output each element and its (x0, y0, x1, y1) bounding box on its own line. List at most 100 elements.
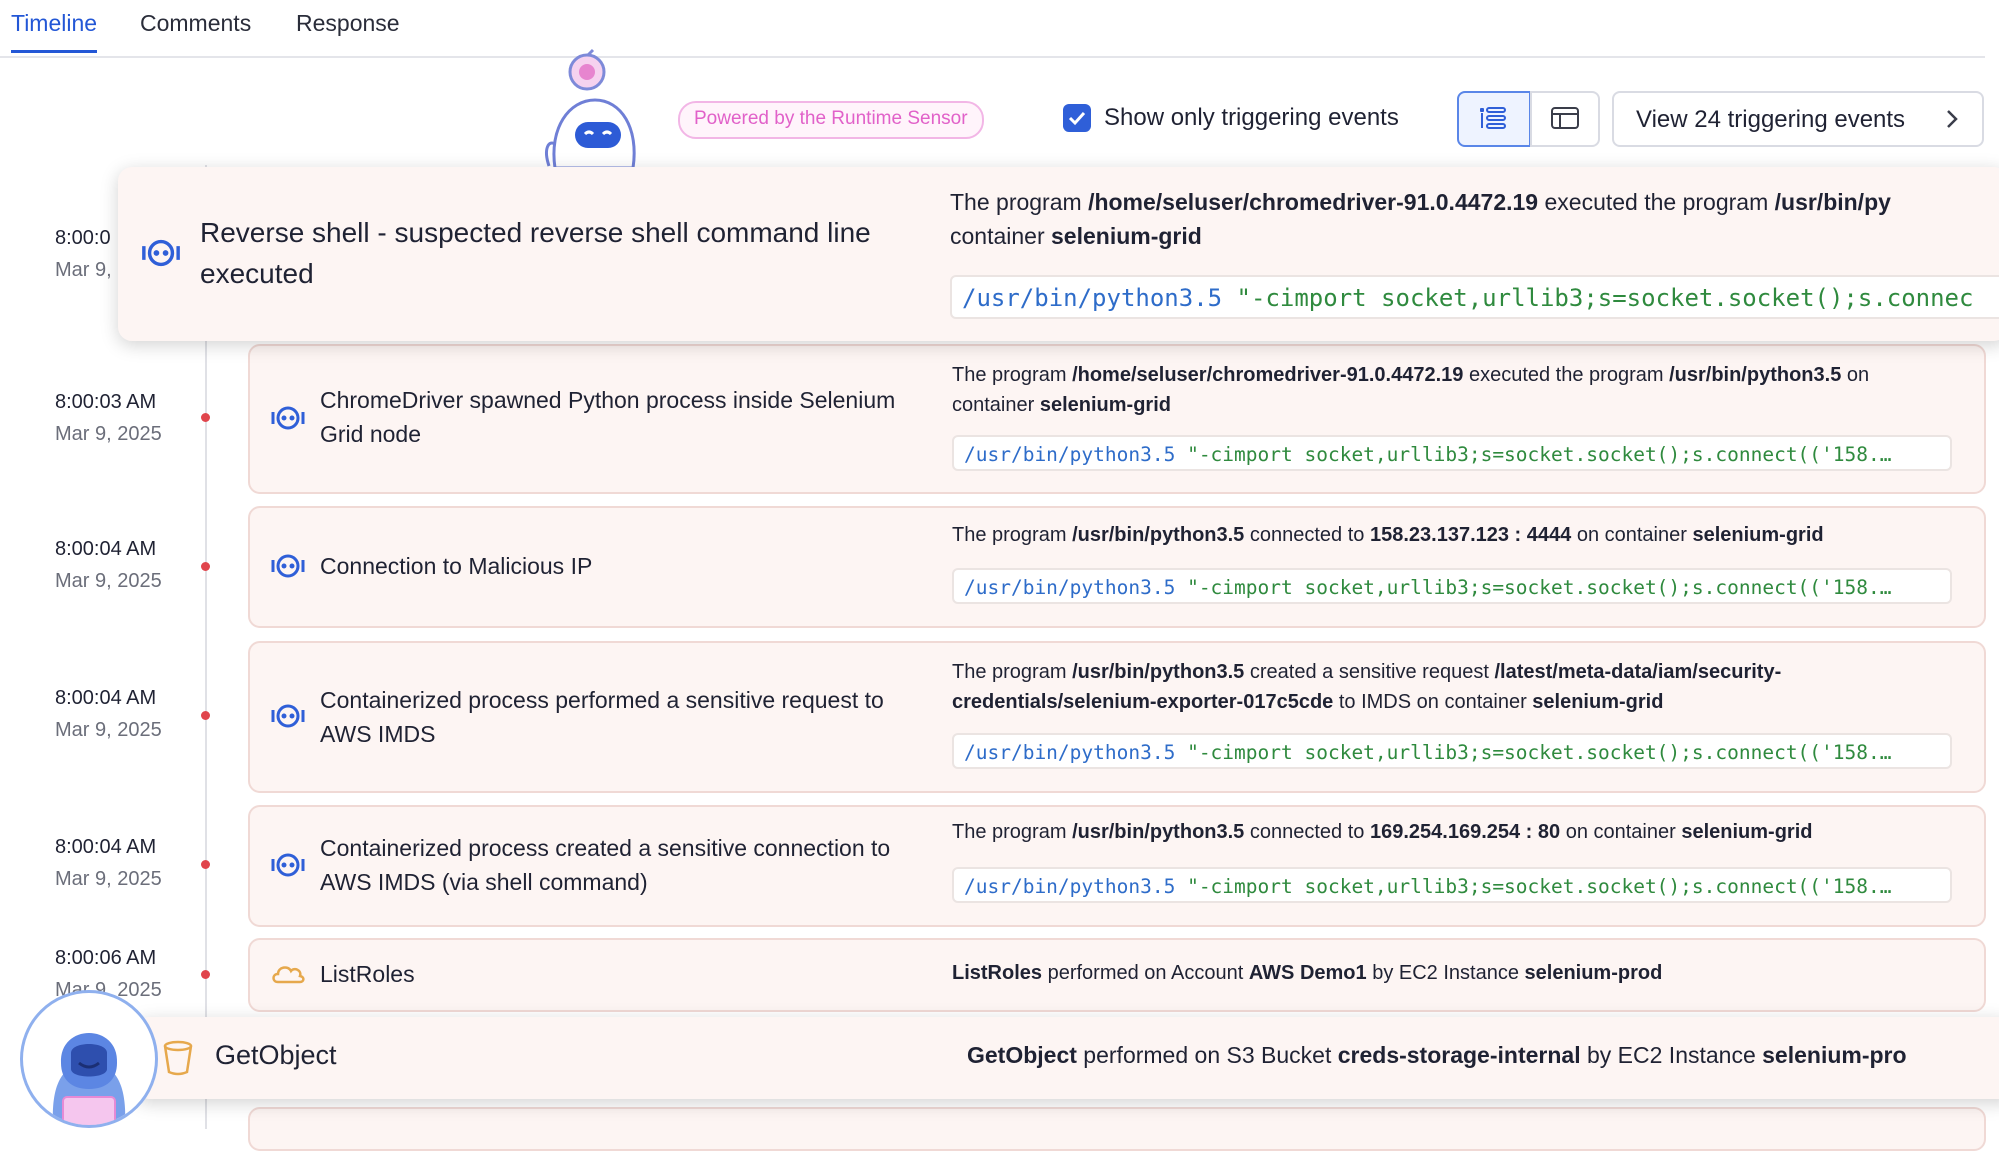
highlighted-event-card[interactable]: GetObject GetObject performed on S3 Buck… (135, 1017, 1999, 1099)
ip-address: 169.254.169.254 : 80 (1369, 821, 1561, 843)
container-name: selenium-grid (1039, 394, 1171, 416)
event-time: 8:00:04 AM (55, 538, 157, 560)
desc-text: performed on Account (1042, 962, 1249, 984)
timestamp: 8:00:0 Mar 9, : (55, 222, 123, 286)
event-title: Connection to Malicious IP (320, 553, 593, 579)
view-triggering-events-button[interactable]: View 24 triggering events (1612, 91, 1984, 147)
program-path: /usr/bin/py (1774, 189, 1891, 215)
desc-text: by EC2 Instance (1366, 962, 1525, 984)
command-binary: /usr/bin/python3.5 (964, 443, 1176, 466)
event-card[interactable]: Connection to Malicious IP The program /… (248, 506, 1986, 628)
event-date: Mar 9, 2025 (55, 868, 162, 890)
view-triggering-events-label: View 24 triggering events (1636, 106, 1906, 133)
avatar (20, 990, 158, 1128)
desc-text: on (1841, 364, 1870, 386)
runtime-sensor-icon (271, 704, 305, 728)
command-args: "-cimport socket,urllib3;s=socket.socket… (1187, 576, 1892, 599)
instance-name: selenium-prod (1524, 962, 1663, 984)
runtime-sensor-icon (142, 239, 180, 267)
command-args: "-cimport socket,urllib3;s=socket.socket… (1187, 443, 1892, 466)
command-args: "-cimport socket,urllib3;s=socket.socket… (1187, 875, 1892, 898)
event-card[interactable]: Containerized process created a sensitiv… (248, 805, 1986, 927)
runtime-sensor-icon (271, 406, 305, 430)
event-description: The program /home/seluser/chromedriver-9… (950, 185, 1999, 253)
cloud-icon (272, 966, 305, 984)
event-date: Mar 9, 2025 (55, 570, 162, 592)
desc-text: The program (952, 821, 1073, 843)
show-only-checkbox[interactable] (1063, 104, 1091, 132)
command-line-field[interactable]: /usr/bin/python3.5 "-cimport socket,urll… (952, 568, 1952, 604)
request-path: /latest/meta-data/iam/security- (1494, 661, 1782, 683)
event-title: ListRoles (320, 961, 415, 987)
desc-text: The program (952, 364, 1073, 386)
instance-name: selenium-pro (1762, 1042, 1907, 1068)
container-name: selenium-grid (1532, 691, 1664, 713)
runtime-sensor-icon (271, 554, 305, 578)
desc-text: container (950, 223, 1052, 249)
tab-response[interactable]: Response (296, 10, 400, 50)
robot-mascot-icon (545, 48, 636, 168)
program-path: /home/seluser/chromedriver-91.0.4472.19 (1072, 364, 1464, 386)
ip-address: 158.23.137.123 : 4444 (1369, 524, 1572, 546)
command-line-field[interactable]: /usr/bin/python3.5 "-cimport socket,urll… (950, 275, 1999, 319)
tab-comments[interactable]: Comments (140, 10, 251, 50)
timeline-dot (201, 711, 210, 720)
command-binary: /usr/bin/python3.5 (962, 284, 1223, 312)
command-binary: /usr/bin/python3.5 (964, 741, 1176, 764)
timeline-dot (201, 413, 210, 422)
timeline-dot (201, 860, 210, 869)
program-path: /home/seluser/chromedriver-91.0.4472.19 (1088, 189, 1539, 215)
event-title: ChromeDriver spawned Python process insi… (320, 387, 896, 447)
container-name: selenium-grid (1051, 223, 1202, 249)
bucket-name: creds-storage-internal (1337, 1042, 1581, 1068)
request-path: credentials/selenium-exporter-017c5cde (952, 691, 1334, 713)
list-view-button[interactable] (1457, 91, 1531, 147)
event-description: The program /usr/bin/python3.5 connected… (952, 520, 1962, 550)
event-title: Containerized process performed a sensit… (320, 687, 884, 747)
desc-text: on container (1571, 524, 1693, 546)
command-args: "-cimport socket,urllib3;s=socket.socket… (1187, 741, 1892, 764)
table-view-button[interactable] (1530, 91, 1600, 147)
account-name: AWS Demo1 (1248, 962, 1367, 984)
event-date: Mar 9, : (55, 259, 123, 281)
show-only-label[interactable]: Show only triggering events (1104, 104, 1399, 132)
tab-timeline[interactable]: Timeline (11, 10, 98, 53)
event-title: Reverse shell - suspected reverse shell … (200, 217, 871, 289)
runtime-sensor-icon (271, 853, 305, 877)
event-description: The program /home/seluser/chromedriver-9… (952, 360, 1962, 420)
program-path: /usr/bin/python3.5 (1072, 821, 1245, 843)
command-line-field[interactable]: /usr/bin/python3.5 "-cimport socket,urll… (952, 733, 1952, 769)
command-binary: /usr/bin/python3.5 (964, 576, 1176, 599)
event-time: 8:00:0 (55, 227, 111, 249)
highlighted-event-card[interactable]: Reverse shell - suspected reverse shell … (118, 167, 1999, 341)
desc-text: by EC2 Instance (1580, 1042, 1763, 1068)
api-call: GetObject (967, 1042, 1077, 1068)
desc-text: container (952, 394, 1040, 416)
timeline-dot (201, 970, 210, 979)
api-call: ListRoles (952, 962, 1043, 984)
bucket-icon (163, 1040, 193, 1076)
event-card[interactable]: Containerized process performed a sensit… (248, 641, 1986, 793)
command-args: "-cimport socket,urllib3;s=socket.socket… (1236, 284, 1974, 312)
event-date: Mar 9, 2025 (55, 423, 162, 445)
desc-text: on container (1560, 821, 1682, 843)
command-line-field[interactable]: /usr/bin/python3.5 "-cimport socket,urll… (952, 435, 1952, 471)
command-binary: /usr/bin/python3.5 (964, 875, 1176, 898)
event-card[interactable]: ChromeDriver spawned Python process insi… (248, 344, 1986, 494)
event-card[interactable] (248, 1107, 1986, 1151)
chevron-right-icon (1947, 110, 1958, 128)
desc-text: executed the program (1538, 189, 1775, 215)
timestamp: 8:00:03 AM Mar 9, 2025 (55, 386, 162, 450)
program-path: /usr/bin/python3.5 (1072, 524, 1245, 546)
command-line-field[interactable]: /usr/bin/python3.5 "-cimport socket,urll… (952, 867, 1952, 903)
timeline-dot (201, 562, 210, 571)
desc-text: connected to (1244, 524, 1370, 546)
event-card[interactable]: ListRoles ListRoles performed on Account… (248, 938, 1986, 1012)
desc-text: performed on S3 Bucket (1076, 1042, 1338, 1068)
event-description: The program /usr/bin/python3.5 connected… (952, 817, 1962, 847)
event-time: 8:00:04 AM (55, 687, 157, 709)
desc-text: The program (950, 189, 1089, 215)
container-name: selenium-grid (1692, 524, 1824, 546)
timestamp: 8:00:04 AM Mar 9, 2025 (55, 533, 162, 597)
desc-text: The program (952, 524, 1073, 546)
